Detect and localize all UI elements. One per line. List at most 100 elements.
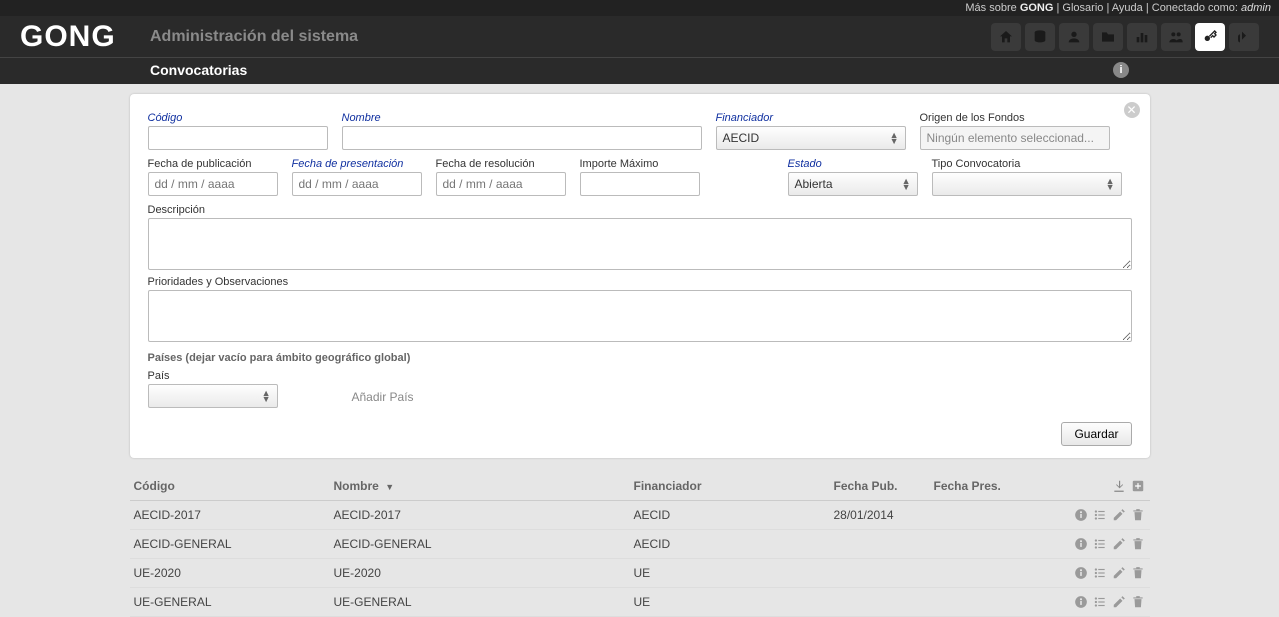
- close-icon[interactable]: ✕: [1124, 102, 1140, 118]
- nombre-input[interactable]: [342, 126, 702, 150]
- anadir-pais-link[interactable]: Añadir País: [352, 390, 414, 408]
- row-edit-icon[interactable]: [1111, 536, 1127, 552]
- info-icon[interactable]: i: [1113, 62, 1129, 78]
- importe-input[interactable]: [580, 172, 700, 196]
- nombre-label: Nombre: [342, 112, 702, 124]
- cell-financiador: AECID: [634, 508, 834, 522]
- importe-label: Importe Máximo: [580, 158, 700, 170]
- origen-select[interactable]: Ningún elemento seleccionad...: [920, 126, 1110, 150]
- prioridades-label: Prioridades y Observaciones: [148, 276, 1132, 288]
- row-info-icon[interactable]: [1073, 565, 1089, 581]
- users-icon: [1168, 29, 1184, 45]
- sort-desc-icon: ▼: [385, 482, 394, 492]
- origen-label: Origen de los Fondos: [920, 112, 1110, 124]
- row-delete-icon[interactable]: [1130, 565, 1146, 581]
- topbar-glosario[interactable]: Glosario: [1062, 2, 1103, 14]
- cell-codigo: UE-GENERAL: [134, 595, 334, 609]
- chart-icon: [1134, 29, 1150, 45]
- pais-select[interactable]: ▲▼: [148, 384, 278, 408]
- chevron-updown-icon: ▲▼: [890, 132, 899, 144]
- topbar-user: admin: [1241, 2, 1271, 14]
- fpub-label: Fecha de publicación: [148, 158, 278, 170]
- tipo-label: Tipo Convocatoria: [932, 158, 1122, 170]
- paises-section-title: Países (dejar vacío para ámbito geográfi…: [148, 352, 1132, 364]
- page-title: Administración del sistema: [150, 28, 991, 46]
- row-edit-icon[interactable]: [1111, 594, 1127, 610]
- th-codigo[interactable]: Código: [134, 479, 334, 493]
- nav-exit[interactable]: [1229, 23, 1259, 51]
- fpub-input[interactable]: [148, 172, 278, 196]
- topbar-mas[interactable]: Más sobre: [965, 2, 1016, 14]
- table: Código Nombre ▼ Financiador Fecha Pub. F…: [130, 472, 1150, 617]
- tipo-select[interactable]: ▲▼: [932, 172, 1122, 196]
- nav-key[interactable]: [1195, 23, 1225, 51]
- pais-label: País: [148, 370, 278, 382]
- codigo-label: Código: [148, 112, 328, 124]
- topbar-ayuda[interactable]: Ayuda: [1112, 2, 1143, 14]
- cell-nombre: UE-2020: [334, 566, 634, 580]
- cell-nombre: AECID-GENERAL: [334, 537, 634, 551]
- guardar-button[interactable]: Guardar: [1061, 422, 1131, 446]
- row-delete-icon[interactable]: [1130, 536, 1146, 552]
- chevron-updown-icon: ▲▼: [902, 178, 911, 190]
- row-info-icon[interactable]: [1073, 507, 1089, 523]
- th-fpub[interactable]: Fecha Pub.: [834, 479, 934, 493]
- row-list-icon[interactable]: [1092, 594, 1108, 610]
- topbar-brand[interactable]: GONG: [1020, 2, 1054, 14]
- estado-label: Estado: [788, 158, 918, 170]
- key-icon: [1202, 29, 1218, 45]
- nav-users[interactable]: [1161, 23, 1191, 51]
- cell-financiador: AECID: [634, 537, 834, 551]
- row-list-icon[interactable]: [1092, 507, 1108, 523]
- table-row: AECID-2017AECID-2017AECID28/01/2014: [130, 501, 1150, 530]
- row-info-icon[interactable]: [1073, 594, 1089, 610]
- cell-financiador: UE: [634, 595, 834, 609]
- row-delete-icon[interactable]: [1130, 594, 1146, 610]
- download-icon[interactable]: [1111, 478, 1127, 494]
- table-header: Código Nombre ▼ Financiador Fecha Pub. F…: [130, 472, 1150, 501]
- fres-label: Fecha de resolución: [436, 158, 566, 170]
- cell-financiador: UE: [634, 566, 834, 580]
- origen-placeholder: Ningún elemento seleccionad...: [927, 131, 1094, 145]
- fpres-input[interactable]: [292, 172, 422, 196]
- cell-codigo: AECID-2017: [134, 508, 334, 522]
- prioridades-textarea[interactable]: [148, 290, 1132, 342]
- row-edit-icon[interactable]: [1111, 565, 1127, 581]
- chevron-updown-icon: ▲▼: [1106, 178, 1115, 190]
- nav-user[interactable]: [1059, 23, 1089, 51]
- codigo-input[interactable]: [148, 126, 328, 150]
- financiador-value: AECID: [723, 131, 760, 145]
- financiador-select[interactable]: AECID ▲▼: [716, 126, 906, 150]
- database-icon: [1032, 29, 1048, 45]
- nav-home[interactable]: [991, 23, 1021, 51]
- row-list-icon[interactable]: [1092, 565, 1108, 581]
- row-list-icon[interactable]: [1092, 536, 1108, 552]
- add-icon[interactable]: [1130, 478, 1146, 494]
- th-nombre[interactable]: Nombre ▼: [334, 479, 634, 493]
- home-icon: [998, 29, 1014, 45]
- topbar-conectado: Conectado como:: [1152, 2, 1238, 14]
- nav-chart[interactable]: [1127, 23, 1157, 51]
- descripcion-label: Descripción: [148, 204, 1132, 216]
- cell-nombre: AECID-2017: [334, 508, 634, 522]
- subhead-title: Convocatorias: [150, 62, 1113, 78]
- estado-value: Abierta: [795, 177, 833, 191]
- table-row: UE-GENERALUE-GENERALUE: [130, 588, 1150, 617]
- fres-input[interactable]: [436, 172, 566, 196]
- estado-select[interactable]: Abierta ▲▼: [788, 172, 918, 196]
- chevron-updown-icon: ▲▼: [262, 390, 271, 402]
- row-delete-icon[interactable]: [1130, 507, 1146, 523]
- row-edit-icon[interactable]: [1111, 507, 1127, 523]
- nav-icons: [991, 23, 1259, 51]
- folder-icon: [1100, 29, 1116, 45]
- nav-folder[interactable]: [1093, 23, 1123, 51]
- descripcion-textarea[interactable]: [148, 218, 1132, 270]
- cell-codigo: UE-2020: [134, 566, 334, 580]
- th-fpres[interactable]: Fecha Pres.: [934, 479, 1034, 493]
- logo[interactable]: GONG: [20, 20, 150, 54]
- row-info-icon[interactable]: [1073, 536, 1089, 552]
- exit-icon: [1236, 29, 1252, 45]
- th-financiador[interactable]: Financiador: [634, 479, 834, 493]
- cell-nombre: UE-GENERAL: [334, 595, 634, 609]
- nav-database[interactable]: [1025, 23, 1055, 51]
